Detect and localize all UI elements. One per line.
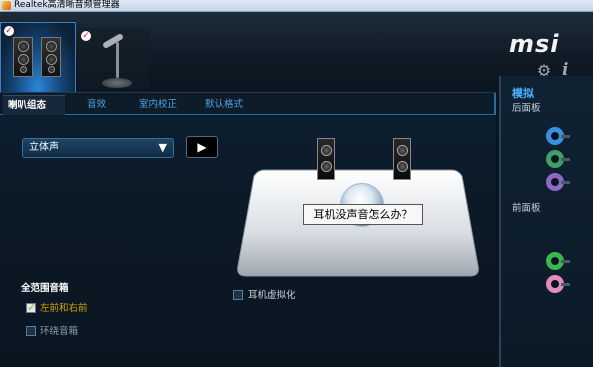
front-panel-label: 前面板 (512, 203, 541, 214)
speakers-enabled-check-icon: ✓ (4, 26, 14, 36)
front-left-right-label: 左前和右前 (40, 303, 88, 314)
play-icon: ▶ (197, 140, 207, 154)
microphone-stand (116, 42, 119, 78)
microphone-icon (101, 32, 125, 50)
tab-default-format[interactable]: 默认格式 (205, 97, 243, 113)
back-jack-green-plug (561, 158, 570, 161)
back-jack-blue-plug (561, 135, 570, 138)
tab-bar-end (486, 93, 496, 115)
connector-panel: 模拟 后面板 前面板 (499, 76, 593, 367)
surround-speakers-label: 环绕音箱 (40, 326, 79, 337)
window-title: Realtek高清晰音频管理器 (14, 0, 120, 10)
tab-speaker-config[interactable]: 喇叭组态 (3, 95, 65, 115)
help-tooltip-link[interactable]: 耳机没声音怎么办？ (303, 204, 423, 225)
window-titlebar: Realtek高清晰音频管理器 (0, 0, 593, 12)
front-jack-green-plug (561, 260, 570, 263)
chevron-down-icon: ▼ (158, 141, 167, 154)
tab-bar: 喇叭组态 音效 室内校正 默认格式 (0, 93, 496, 115)
back-panel-label: 后面板 (512, 103, 541, 114)
speakers-device-tab[interactable]: ✓ (0, 22, 76, 96)
speaker-left-icon (13, 37, 33, 77)
speaker-mode-select[interactable]: 立体声 ▼ (22, 138, 174, 158)
back-jack-purple-plug (561, 181, 570, 184)
tab-sound-effects[interactable]: 音效 (87, 97, 106, 113)
front-left-right-checkbox[interactable] (26, 301, 36, 314)
front-left-speaker-icon[interactable] (317, 138, 335, 180)
microphone-device-tab[interactable]: ✓ (78, 28, 150, 94)
front-right-speaker-icon[interactable] (393, 138, 411, 180)
tab-room-correction[interactable]: 室内校正 (139, 97, 177, 113)
analog-title: 模拟 (512, 87, 534, 100)
microphone-base (102, 78, 132, 88)
front-jack-pink-plug (561, 283, 570, 286)
speaker-mode-value: 立体声 (29, 142, 59, 153)
microphone-enabled-check-icon: ✓ (81, 31, 91, 41)
app-icon (2, 1, 11, 10)
brand-logo: msi (509, 30, 560, 58)
play-test-button[interactable]: ▶ (186, 136, 218, 158)
headphone-virtualization-checkbox[interactable] (233, 290, 243, 300)
surround-speakers-checkbox[interactable] (26, 326, 36, 336)
speaker-right-icon (41, 37, 61, 77)
headphone-virtualization-label: 耳机虚拟化 (248, 290, 296, 301)
full-range-title: 全范围音箱 (21, 283, 69, 294)
